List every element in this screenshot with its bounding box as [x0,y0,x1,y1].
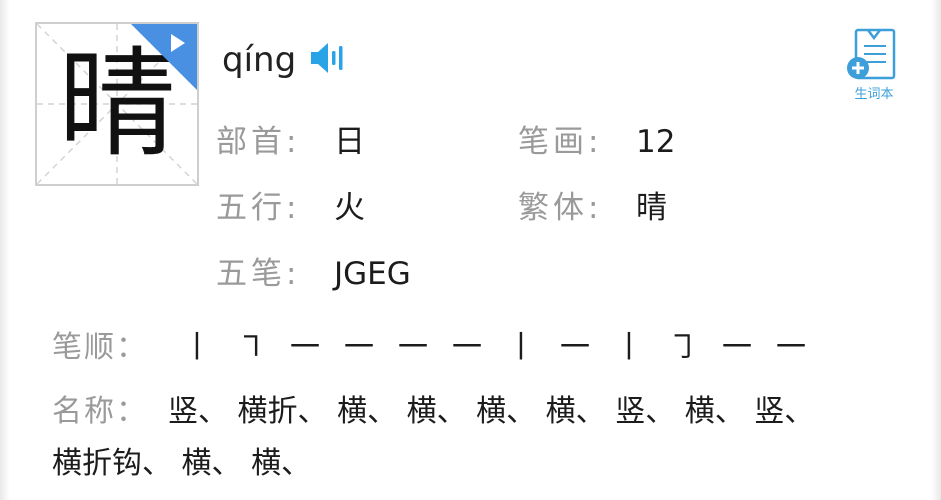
stroke-item: 一 [452,330,482,365]
stroke-item: 一 [344,330,374,365]
wuxing-value: 火 [334,190,365,226]
stroke-names-label: 名称： [52,394,148,429]
stroke-item: 一 [722,330,752,365]
stroke-item: 一 [398,330,428,365]
wubi-label: 五笔: [216,256,301,292]
stroke-names-line-2: 横折钩、 横、 横、 [52,446,312,481]
stroke-item: 一 [776,330,806,365]
stroke-names-line-1: 竖、 横折、 横、 横、 横、 横、 竖、 横、 竖、 [168,394,815,429]
stroke-item: 丨 [506,330,536,365]
radical-value: 日 [334,124,365,160]
traditional-value: 晴 [636,190,667,226]
stroke-item: ㇕ [236,330,266,365]
vocab-book-label[interactable]: 生词本 [842,86,906,104]
stroke-item: 一 [560,330,590,365]
stroke-order-label: 笔顺： [52,330,148,365]
character-tile[interactable]: 晴 [35,22,199,186]
radical-label: 部首: [216,124,301,160]
character-detail-page: 晴 qíng 生词本 部首: 日 笔画: 12 五行: 火 繁体: 晴 五笔: … [0,0,941,500]
left-edge-shadow [0,0,10,500]
notebook-plus-icon [847,28,896,80]
play-icon[interactable] [131,24,197,90]
stroke-item: 丨 [614,330,644,365]
stroke-item: ㇆ [668,330,698,365]
wubi-value: JGEG [334,256,411,292]
strokes-label: 笔画: [518,124,603,160]
pinyin-text: qíng [222,40,297,80]
traditional-label: 繁体: [518,190,603,226]
strokes-value: 12 [636,124,676,160]
right-edge-shadow [931,0,941,500]
speaker-icon[interactable] [308,38,348,78]
stroke-item: 一 [290,330,320,365]
stroke-order-list: 丨 ㇕ 一 一 一 一 丨 一 丨 ㇆ 一 一 [170,326,818,370]
wuxing-label: 五行: [216,190,301,226]
stroke-item: 丨 [182,330,212,365]
